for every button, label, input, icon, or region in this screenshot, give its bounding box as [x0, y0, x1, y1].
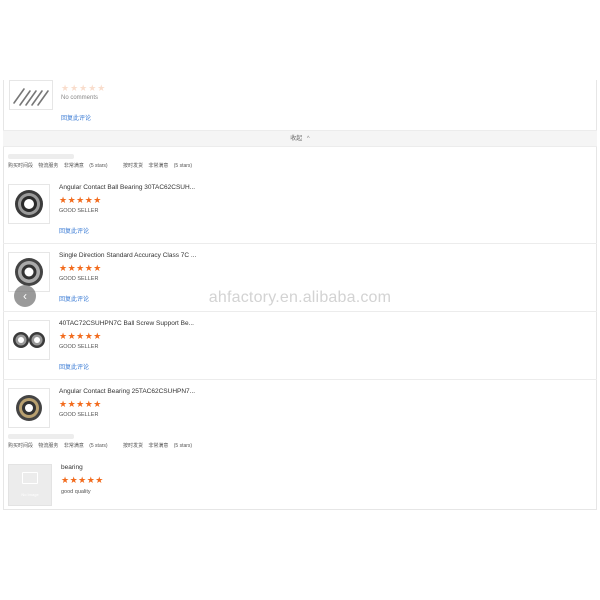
logistics-stars: (5 stars)	[89, 163, 108, 169]
placeholder-label: No Image	[21, 492, 39, 497]
product-title-link[interactable]: Single Direction Standard Accuracy Class…	[59, 252, 196, 259]
review-meta-row: 购买时间段 物流服务 非常满意 (5 stars) 按时发货 非常满意 (5 s…	[8, 442, 196, 450]
reply-link[interactable]: 回复此评论	[59, 226, 89, 235]
product-image[interactable]	[8, 184, 50, 224]
product-review-item: Angular Contact Bearing 25TAC62CSUHPN7..…	[3, 380, 597, 428]
seller-value: 非常满意	[148, 443, 169, 449]
seller-rating: GOOD SELLER	[59, 276, 99, 282]
product-stars: ★★★★★	[59, 399, 102, 409]
logistics-stars: (5 stars)	[89, 443, 108, 449]
product-title-link[interactable]: Angular Contact Bearing 25TAC62CSUHPN7..…	[59, 388, 195, 395]
product-review-item: Angular Contact Ball Bearing 30TAC62CSUH…	[3, 176, 597, 244]
review-stars: ★★★★★	[61, 475, 104, 485]
carousel-prev-button[interactable]: ‹	[14, 285, 36, 307]
watermark: ahfactory.en.alibaba.com	[208, 289, 392, 306]
chevron-up-icon: ^	[306, 136, 310, 142]
collapse-label: 收起	[290, 136, 303, 142]
buyer-review-item: No Image bearing ★★★★★ good quality	[3, 458, 597, 510]
product-stars: ★★★★★	[59, 263, 102, 273]
seller-rating: GOOD SELLER	[59, 208, 99, 214]
product-image[interactable]	[8, 388, 50, 428]
shafts-icon	[13, 88, 49, 106]
product-title-link[interactable]: 40TAC72CSUHPN7C Ball Screw Support Be...	[59, 320, 194, 327]
image-placeholder-icon	[22, 472, 38, 484]
seller-rating: GOOD SELLER	[59, 412, 99, 418]
chevron-left-icon: ‹	[23, 289, 27, 303]
review-stars: ★★★★★	[61, 83, 107, 93]
top-review: ★★★★★ No comments 回复此评论	[3, 80, 597, 130]
product-stars: ★★★★★	[59, 331, 102, 341]
reply-link[interactable]: 回复此评论	[61, 113, 91, 122]
seller-label: 按时发货	[122, 163, 143, 169]
review-meta-row: 购买时间段 物流服务 非常满意 (5 stars) 按时发货 非常满意 (5 s…	[8, 162, 196, 170]
seller-label: 按时发货	[122, 443, 143, 449]
review-comment: good quality	[61, 489, 91, 495]
reply-link[interactable]: 回复此评论	[59, 362, 89, 371]
logistics-value: 非常满意	[63, 443, 84, 449]
seller-stars: (5 stars)	[173, 163, 193, 169]
review-comment: No comments	[61, 95, 99, 101]
product-stars: ★★★★★	[59, 195, 102, 205]
seller-stars: (5 stars)	[173, 443, 193, 449]
bearing-single-icon	[15, 190, 43, 218]
page: ★★★★★ No comments 回复此评论 收起 ^ 购买时间段 物流服务 …	[0, 0, 600, 600]
divider	[596, 88, 597, 128]
seller-value: 非常满意	[148, 163, 169, 169]
purchase-date: 购买时间段	[8, 163, 34, 169]
logistics-value: 非常满意	[63, 163, 84, 169]
bearing-pair-icon	[13, 332, 45, 348]
reviewer-name-blurred	[8, 434, 74, 439]
logistics-label: 物流服务	[38, 443, 59, 449]
collapse-button[interactable]: 收起 ^	[3, 130, 597, 147]
logistics-label: 物流服务	[38, 163, 59, 169]
product-image[interactable]	[8, 320, 50, 360]
product-review-item: 40TAC72CSUHPN7C Ball Screw Support Be...…	[3, 312, 597, 380]
no-image-placeholder: No Image	[8, 464, 52, 506]
review-title: bearing	[61, 464, 83, 471]
purchase-date: 购买时间段	[8, 443, 34, 449]
bearing-single-icon	[16, 395, 42, 421]
review-thumbnail[interactable]	[9, 80, 53, 110]
product-title-link[interactable]: Angular Contact Ball Bearing 30TAC62CSUH…	[59, 184, 195, 191]
reviewer-name-blurred	[8, 154, 74, 159]
seller-rating: GOOD SELLER	[59, 344, 99, 350]
